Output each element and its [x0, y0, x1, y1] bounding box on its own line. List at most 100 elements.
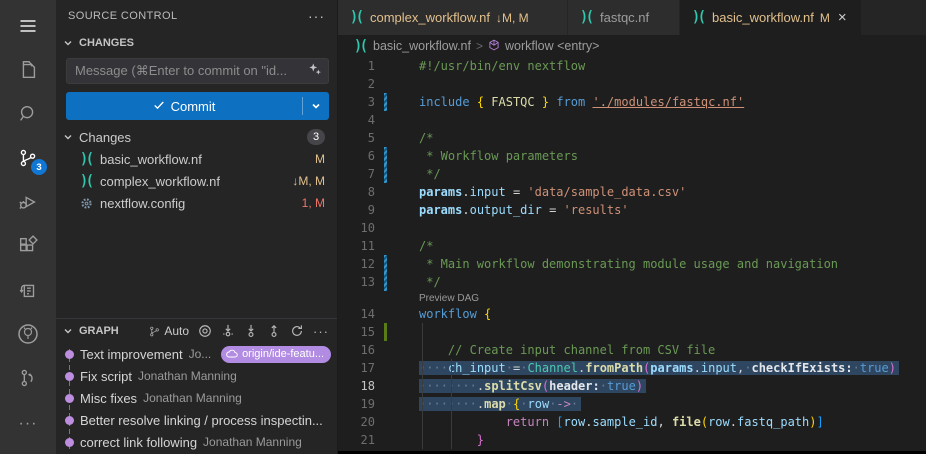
- breadcrumb-symbol[interactable]: workflow <entry>: [505, 39, 599, 53]
- run-debug-icon[interactable]: [4, 180, 52, 224]
- line-number[interactable]: 16: [338, 343, 384, 357]
- code-line[interactable]: 3include { FASTQC } from './modules/fast…: [338, 93, 926, 111]
- tab-basic-workflow[interactable]: )( basic_workflow.nf M ×: [680, 0, 862, 35]
- nextflow-file-icon: )(: [348, 9, 364, 26]
- fetch-icon[interactable]: [221, 324, 235, 338]
- target-icon[interactable]: [198, 324, 212, 338]
- source-control-icon[interactable]: 3: [4, 136, 52, 180]
- explorer-icon[interactable]: [4, 48, 52, 92]
- line-number[interactable]: 5: [338, 131, 384, 145]
- gutter: [384, 395, 387, 413]
- code-line[interactable]: 20 return [row.sample_id, file(row.fastq…: [338, 413, 926, 431]
- line-number[interactable]: 13: [338, 275, 384, 289]
- commit-row[interactable]: correct link followingJonathan Manning: [56, 431, 337, 453]
- refresh-icon[interactable]: [290, 324, 304, 338]
- commit-button[interactable]: Commit: [66, 92, 329, 120]
- line-number[interactable]: 2: [338, 77, 384, 91]
- code-line[interactable]: 6 * Workflow parameters: [338, 147, 926, 165]
- commit-message: Misc fixes: [80, 391, 137, 406]
- code-line[interactable]: 15: [338, 323, 926, 341]
- more-views-icon[interactable]: ···: [4, 402, 52, 446]
- commit-author: Jonathan Manning: [143, 391, 242, 405]
- file-row[interactable]: )(complex_workflow.nf↓M, M: [56, 170, 337, 192]
- commit-row[interactable]: Fix scriptJonathan Manning: [56, 365, 337, 387]
- code-line[interactable]: 2: [338, 75, 926, 93]
- doc-sync-icon[interactable]: [4, 268, 52, 312]
- code-line[interactable]: 17····ch_input·=·Channel.fromPath(params…: [338, 359, 926, 377]
- line-number[interactable]: 6: [338, 149, 384, 163]
- code-line[interactable]: 19········.map·{·row·->·: [338, 395, 926, 413]
- code-line[interactable]: 1#!/usr/bin/env nextflow: [338, 57, 926, 75]
- code-line[interactable]: 16 // Create input channel from CSV file: [338, 341, 926, 359]
- code-editor[interactable]: 1#!/usr/bin/env nextflow 2 3include { FAST…: [338, 57, 926, 454]
- line-number[interactable]: 14: [338, 307, 384, 321]
- line-number[interactable]: 9: [338, 203, 384, 217]
- code-line[interactable]: 14workflow {: [338, 305, 926, 323]
- push-icon[interactable]: [267, 324, 281, 338]
- extensions-icon[interactable]: [4, 224, 52, 268]
- commit-message: Text improvement: [80, 347, 183, 362]
- commit-dot-icon: [65, 350, 74, 359]
- activity-bar: 3 ···: [0, 0, 56, 454]
- code-line[interactable]: 7 */: [338, 165, 926, 183]
- code-line[interactable]: 11/*: [338, 237, 926, 255]
- changes-count-badge: 3: [307, 129, 325, 145]
- code-line[interactable]: 5/*: [338, 129, 926, 147]
- line-number[interactable]: 20: [338, 415, 384, 429]
- code-line[interactable]: 9params.output_dir = 'results': [338, 201, 926, 219]
- line-number[interactable]: 3: [338, 95, 384, 109]
- close-icon[interactable]: ×: [838, 9, 847, 26]
- line-number[interactable]: 17: [338, 361, 384, 375]
- pull-icon[interactable]: [244, 324, 258, 338]
- code-line[interactable]: 4: [338, 111, 926, 129]
- commit-message: Better resolve linking / process inspect…: [80, 413, 323, 428]
- commit-dropdown-button[interactable]: [303, 92, 329, 120]
- code-line[interactable]: 21 }: [338, 431, 926, 449]
- code-line[interactable]: 13 */: [338, 273, 926, 291]
- line-number[interactable]: 18: [338, 379, 384, 393]
- remote-branch-badge[interactable]: origin/ide-featu...: [221, 346, 331, 363]
- line-number[interactable]: 8: [338, 185, 384, 199]
- line-number[interactable]: 7: [338, 167, 384, 181]
- gutter: [384, 129, 387, 147]
- changed-files-list: )(basic_workflow.nfM)(complex_workflow.n…: [56, 148, 337, 214]
- file-name: basic_workflow.nf: [100, 152, 202, 167]
- symbol-cube-icon: [488, 39, 500, 54]
- file-row[interactable]: nextflow.config1, M: [56, 192, 337, 214]
- line-number[interactable]: 4: [338, 113, 384, 127]
- code-line[interactable]: 10: [338, 219, 926, 237]
- menu-icon[interactable]: [4, 4, 52, 48]
- line-number[interactable]: 19: [338, 397, 384, 411]
- search-icon[interactable]: [4, 92, 52, 136]
- line-number[interactable]: 10: [338, 221, 384, 235]
- line-number[interactable]: 11: [338, 239, 384, 253]
- commit-row[interactable]: Misc fixes Jonathan Manning: [56, 387, 337, 409]
- code-line[interactable]: 18········.splitCsv(header:·true): [338, 377, 926, 395]
- code-line[interactable]: 12 * Main workflow demonstrating module …: [338, 255, 926, 273]
- code-line[interactable]: 8params.input = 'data/sample_data.csv': [338, 183, 926, 201]
- line-number[interactable]: 12: [338, 257, 384, 271]
- commit-button-label: Commit: [171, 99, 216, 114]
- git-graph-icon[interactable]: [4, 356, 52, 400]
- tab-complex-workflow[interactable]: )( complex_workflow.nf ↓M, M: [338, 0, 568, 35]
- source-control-sidebar: SOURCE CONTROL ··· CHANGES Message (⌘Ent…: [56, 0, 337, 454]
- commit-dot-icon: [65, 372, 74, 381]
- github-icon[interactable]: [4, 312, 52, 356]
- line-number[interactable]: 21: [338, 433, 384, 447]
- changes-section-header[interactable]: CHANGES: [56, 32, 337, 54]
- graph-auto-toggle[interactable]: Auto: [148, 324, 189, 338]
- line-number[interactable]: 15: [338, 325, 384, 339]
- sparkle-ai-icon[interactable]: [308, 62, 322, 81]
- changes-tree-header[interactable]: Changes 3: [56, 126, 337, 148]
- graph-more-icon[interactable]: ···: [313, 324, 329, 339]
- commit-message-input[interactable]: Message (⌘Enter to commit on "id...: [66, 58, 329, 84]
- line-number[interactable]: 1: [338, 59, 384, 73]
- tab-fastqc[interactable]: )( fastqc.nf: [568, 0, 680, 35]
- sidebar-more-icon[interactable]: ···: [308, 8, 325, 24]
- codelens-preview-dag[interactable]: Preview DAG: [419, 293, 479, 304]
- breadcrumb-file[interactable]: basic_workflow.nf: [373, 39, 471, 53]
- scm-badge: 3: [31, 159, 47, 175]
- commit-row[interactable]: Text improvementJo...origin/ide-featu...: [56, 343, 337, 365]
- commit-row[interactable]: Better resolve linking / process inspect…: [56, 409, 337, 431]
- file-row[interactable]: )(basic_workflow.nfM: [56, 148, 337, 170]
